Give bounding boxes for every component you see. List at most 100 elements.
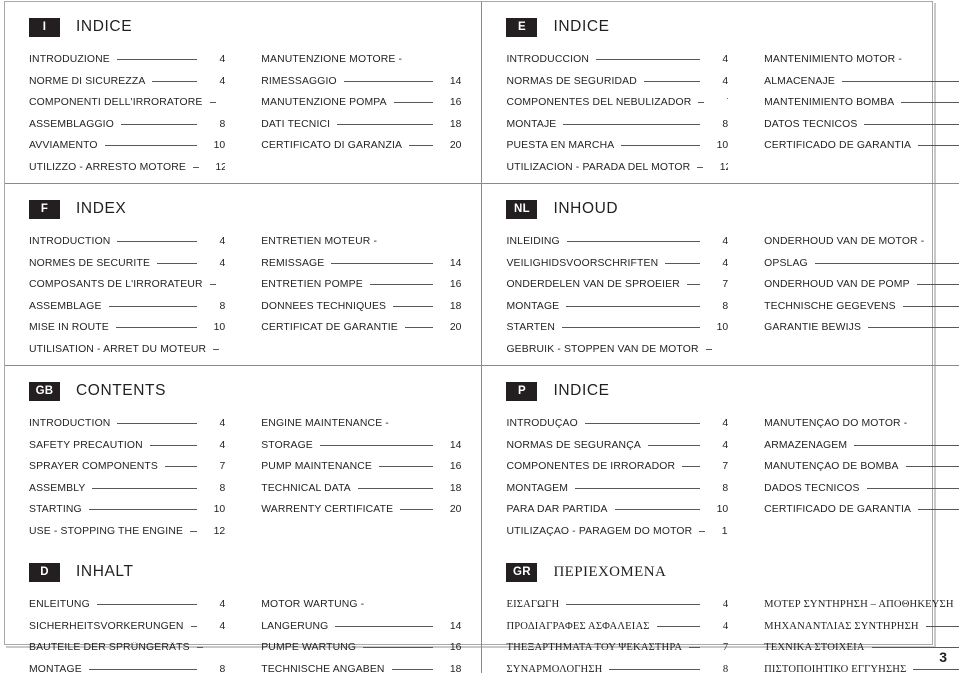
- toc-entry-label: INTRODUCTION: [29, 418, 111, 429]
- toc-column-right: MANUTENZIONE MOTORE - RIMESSAGGIO 14 MANUTE…: [243, 54, 481, 183]
- toc-entry-page-number: 8: [219, 663, 226, 673]
- toc-leader-line: [868, 327, 959, 328]
- toc-entry-page-number: 10: [716, 140, 729, 151]
- toc-leader-line: [393, 305, 434, 307]
- toc-row: REMISSAGE 14: [261, 258, 461, 280]
- toc-entry-label: MONTAJE: [506, 118, 557, 130]
- toc-entry-label: PUMP MAINTENANCE: [261, 461, 372, 472]
- toc-row: ALMACENAJE14: [764, 76, 959, 98]
- toc-row: LANGERUNG 14: [261, 621, 461, 643]
- toc-leader-line: [647, 444, 701, 446]
- page-number: 3: [939, 649, 947, 665]
- toc-row: TECHNICAL DATA 18: [261, 483, 461, 505]
- panel-header: GB CONTENTS: [5, 376, 481, 406]
- panel-header: D INHALT: [5, 557, 481, 587]
- toc-entry-label: ONDERDELEN VAN DE SPROEIER: [506, 279, 680, 290]
- toc-entry-page-number: 18: [449, 482, 462, 494]
- toc-entry-label: BAUTEILE DER SPRÜNGERÄTS: [29, 642, 190, 653]
- toc-leader-line: [120, 123, 198, 125]
- toc-row: BAUTEILE DER SPRÜNGERÄTS 7: [29, 642, 225, 664]
- toc-row: COMPONENTES DE IRRORADOR 7: [506, 461, 728, 483]
- panel-header: NL INHOUD: [482, 194, 959, 224]
- toc-leader-line: [871, 647, 959, 648]
- toc-row: DATI TECNICI 18: [261, 119, 461, 141]
- toc-entry-page-number: 7: [722, 279, 729, 290]
- toc-row: PUMP MAINTENANCE 16: [261, 461, 461, 483]
- toc-row: STARTEN 10: [506, 322, 728, 344]
- toc-leader-line: [157, 262, 198, 264]
- toc-row: COMPONENTES DEL NEBULIZADOR 7: [506, 97, 728, 119]
- toc-entry-label: SAFETY PRECAUTION: [29, 439, 143, 451]
- toc-entry-page-number: 8: [722, 118, 729, 130]
- toc-leader-line: [409, 59, 433, 60]
- toc-leader-line: [562, 327, 701, 328]
- toc-row: VEILIGHIDSVOORSCHRIFTEN 4: [506, 258, 728, 280]
- panel-header: F INDEX: [5, 194, 481, 224]
- toc-entry-label: WARRENTY CERTIFICATE: [261, 504, 394, 515]
- toc-leader-line: [682, 466, 701, 467]
- toc-row: CERTIFICATO DI GARANZIA 20: [261, 140, 461, 162]
- toc-entry-page-number: 4: [722, 599, 729, 610]
- toc-leader-line: [643, 80, 701, 82]
- toc-entry-label: CERTIFICADO DE GARANTIA: [764, 504, 912, 515]
- toc-entry-page-number: 12: [719, 161, 728, 173]
- toc-entry-label: VEILIGHIDSVOORSCHRIFTEN: [506, 257, 659, 269]
- toc-entry-label: MANTENIMIENTO MOTOR -: [764, 54, 902, 65]
- toc-entry-page-number: 7: [710, 97, 729, 108]
- toc-entry-label: NORMES DE SECURITE: [29, 257, 151, 269]
- toc-leader-line: [92, 487, 198, 489]
- toc-row: NORME DI SICUREZZA 4: [29, 76, 225, 98]
- toc-column-left: INTRODUCCION 4 NORMAS DE SEGURIDAD 4 COMPONE…: [482, 54, 746, 183]
- toc-row: MANUTENÇÃO DO MOTOR -: [764, 418, 959, 440]
- toc-leader-line: [566, 305, 701, 307]
- toc-leader-line: [699, 530, 706, 532]
- toc-entry-page-number: 16: [449, 461, 462, 472]
- toc-entry-label: UTILIZZO - ARRESTO MOTORE: [29, 161, 186, 173]
- toc-entry-page-number: 7: [722, 642, 729, 653]
- toc-column-left: INTRODUCTION 4 SAFETY PRECAUTION 4 SPRAYER C…: [5, 418, 243, 547]
- toc-entry-page-number: 8: [219, 118, 226, 130]
- panel-header: P INDICE: [482, 376, 959, 406]
- toc-entry-page-number: 18: [449, 300, 462, 312]
- toc-leader-line: [117, 423, 198, 424]
- toc-entry-page-number: 18: [449, 663, 462, 673]
- toc-leader-line: [686, 284, 701, 285]
- toc-entry-label: ΠΡΟΔΙΑΓΡΑΦΕΣ ΑΣΦΑΛΕΙΑΣ: [506, 620, 650, 632]
- toc-entry-label: ΤΗΕΞΑΡΤΗΜΑΤΑ ΤΟΥ ΨΕΚΑΣΤΗΡΑ: [506, 642, 683, 653]
- toc-entry-label: TECHNISCHE GEGEVENS: [764, 300, 896, 312]
- toc-entry-page-number: 14: [449, 620, 462, 632]
- toc-column-left: INTRODUCTION 4 NORMES DE SECURITE 4 COMPOSAN…: [5, 236, 243, 365]
- toc-leader-line: [213, 348, 220, 350]
- toc-row: OPSLAG14: [764, 258, 959, 280]
- toc-leader-line: [357, 487, 434, 489]
- toc-entry-label: COMPONENTES DE IRRORADOR: [506, 461, 676, 472]
- toc-entry-label: INTRODUCTION: [29, 236, 111, 247]
- toc-row: PUESTA EN MARCHA 10: [506, 140, 728, 162]
- panel-title: INDICE: [553, 18, 610, 35]
- toc-leader-line: [614, 509, 701, 510]
- toc-entry-label: DONNEES TECHNIQUES: [261, 300, 387, 312]
- toc-row: ENLEITUNG 4: [29, 599, 225, 621]
- toc-entry-page-number: 20: [449, 504, 462, 515]
- toc-entry-page-number: 8: [722, 300, 729, 312]
- toc-entry-label: ΣΥΝΑΡΜΟΛΟΓΗΣΗ: [506, 663, 603, 673]
- toc-column-right: ENGINE MAINTENANCE - STORAGE 14 PUMP MAINTE…: [243, 418, 481, 547]
- toc-entry-label: MANUTENZIONE POMPA: [261, 97, 387, 108]
- toc-row: ONDERDELEN VAN DE SPROEIER 7: [506, 279, 728, 301]
- toc-entry-page-number: 14: [449, 257, 462, 269]
- toc-entry-label: ENGINE MAINTENANCE -: [261, 418, 389, 429]
- toc-entry-page-number: 7: [222, 279, 226, 290]
- toc-entry-label: ΕΙΣΑΓΩΓΗ: [506, 599, 560, 610]
- toc-entry-page-number: 4: [722, 257, 729, 269]
- toc-entry-page-number: 8: [722, 482, 729, 494]
- toc-row: INTRODUZIONE 4: [29, 54, 225, 76]
- toc-entry-page-number: 4: [219, 257, 226, 269]
- toc-row: UTILISATION - ARRET DU MOTEUR12: [29, 344, 225, 366]
- toc-entry-label: MANUTENÇÃO DE BOMBA: [764, 461, 899, 472]
- toc-entry-page-number: 4: [219, 620, 226, 632]
- toc-leader-line: [117, 241, 198, 242]
- toc-row: INTRODUCTION 4: [29, 236, 225, 258]
- language-panel-portuguese: P INDICE INTRODUÇÃO 4 NORMAS DE SEGURANÇA 4 CO…: [481, 365, 959, 547]
- toc-row: MANTENIMIENTO MOTOR -: [764, 54, 959, 76]
- toc-entry-label: UTILISATION - ARRET DU MOTEUR: [29, 343, 207, 355]
